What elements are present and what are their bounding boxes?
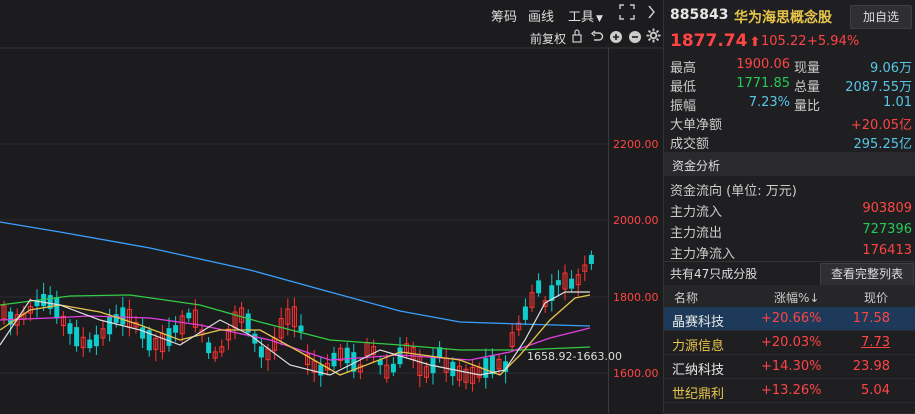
col-name-header[interactable]: 名称 bbox=[674, 289, 698, 306]
stock-name: 汇纳科技 bbox=[672, 363, 725, 378]
candle-body bbox=[120, 307, 126, 325]
quote-value: 1771.85 bbox=[736, 76, 790, 91]
quote-row-high: 最高 1900.06 现量 9.06万 bbox=[664, 56, 915, 76]
quote-label: 总量 bbox=[794, 80, 821, 95]
fund-label: 主力流入 bbox=[670, 205, 723, 220]
index-code: 885843 bbox=[670, 7, 729, 23]
candle-body bbox=[298, 325, 304, 332]
candle-body bbox=[258, 346, 264, 358]
quote-value: 7.23% bbox=[748, 95, 790, 110]
add-watchlist-button[interactable]: 加自选 bbox=[850, 5, 912, 29]
fund-value: 727396 bbox=[862, 222, 912, 237]
y-tick-label: 2000.00 bbox=[613, 214, 659, 227]
quote-row-big-order: 大单净额 +20.05亿 bbox=[664, 113, 915, 133]
candle-body bbox=[437, 347, 443, 358]
candle-body bbox=[588, 254, 594, 264]
quote-label: 成交额 bbox=[670, 137, 710, 152]
quote-label: 大单净额 bbox=[670, 118, 723, 133]
kline-chart-panel[interactable]: 筹码 画线 工具 ▼ 前复权 2200.00 2000.00 1800.00 160 bbox=[0, 0, 663, 413]
candle-body bbox=[522, 306, 528, 320]
stock-change: +20.03% bbox=[761, 335, 822, 350]
candle-body bbox=[390, 363, 396, 373]
price-change-pct: +5.94% bbox=[807, 34, 860, 49]
fund-row-inflow: 主力流入 903809 bbox=[664, 200, 915, 220]
ma-line-magenta bbox=[0, 315, 591, 361]
candle-body bbox=[555, 280, 561, 286]
y-tick-label: 1800.00 bbox=[613, 291, 659, 304]
table-row[interactable]: 世纪鼎利 +13.26% 5.04 bbox=[664, 379, 915, 403]
quote-label: 振幅 bbox=[670, 99, 697, 114]
quote-label: 量比 bbox=[794, 99, 821, 114]
view-full-list-button[interactable]: 查看完整列表 bbox=[820, 263, 914, 286]
table-row[interactable]: 汇纳科技 +14.30% 23.98 bbox=[664, 355, 915, 379]
stock-name: 晶赛科技 bbox=[672, 315, 725, 330]
table-row-partial bbox=[664, 403, 915, 414]
col-change-header[interactable]: 涨幅%↓ bbox=[774, 289, 819, 306]
candle-body bbox=[67, 323, 73, 334]
section-title: 资金分析 bbox=[672, 159, 721, 173]
constituents-table-header: 名称 涨幅%↓ 现价 bbox=[664, 285, 915, 307]
stock-name: 世纪鼎利 bbox=[672, 387, 725, 402]
y-tick-label: 2200.00 bbox=[613, 138, 659, 151]
stock-price: 7.73 bbox=[861, 335, 890, 350]
up-arrow-icon: ⬆ bbox=[749, 35, 761, 50]
candle-body bbox=[74, 327, 80, 347]
stock-name: 力源信息 bbox=[672, 339, 725, 354]
stock-price: 23.98 bbox=[852, 359, 890, 374]
candle-body bbox=[140, 327, 146, 339]
fund-value: 176413 bbox=[862, 243, 912, 258]
quote-label: 现量 bbox=[794, 61, 821, 76]
quote-value: 9.06万 bbox=[870, 61, 912, 76]
constituents-bar: 共有47只成分股 查看完整列表 bbox=[664, 261, 915, 286]
price-change: 105.22 bbox=[761, 34, 807, 49]
quote-label: 最低 bbox=[670, 80, 697, 95]
stock-change: +13.26% bbox=[761, 383, 822, 398]
table-row[interactable]: 力源信息 +20.03% 7.73 bbox=[664, 331, 915, 355]
quote-value: 1.01 bbox=[883, 95, 912, 110]
candle-body bbox=[87, 339, 93, 349]
fund-flow-direction: 资金流向 (单位: 万元) bbox=[664, 179, 915, 199]
candle-body bbox=[377, 359, 383, 366]
quote-row-amplitude: 振幅 7.23% 量比 1.01 bbox=[664, 94, 915, 114]
quote-label: 最高 bbox=[670, 61, 697, 76]
quote-row-turnover: 成交额 295.25亿 bbox=[664, 132, 915, 152]
stock-price: 17.58 bbox=[852, 311, 890, 326]
stock-change: +20.66% bbox=[761, 311, 822, 326]
fund-row-net: 主力净流入 176413 bbox=[664, 242, 915, 262]
candle-body bbox=[344, 347, 350, 364]
candle-body bbox=[93, 334, 99, 347]
quote-value: 1900.06 bbox=[736, 57, 790, 72]
fund-label: 主力净流入 bbox=[670, 247, 736, 262]
candle-body bbox=[569, 278, 575, 289]
y-tick-label: 1600.00 bbox=[613, 367, 659, 380]
last-price-value: 1877.74 bbox=[670, 31, 748, 51]
constituents-count: 共有47只成分股 bbox=[670, 267, 758, 281]
index-name: 华为海思概念股 bbox=[734, 10, 832, 26]
candle-body bbox=[536, 280, 542, 294]
fund-value: 903809 bbox=[862, 201, 912, 216]
last-price: 1877.74 ⬆ bbox=[670, 31, 760, 51]
candle-body bbox=[206, 342, 212, 354]
candle-body bbox=[173, 325, 179, 333]
candle-body bbox=[107, 315, 113, 335]
quote-value: 295.25亿 bbox=[853, 137, 913, 152]
candle-body bbox=[113, 314, 119, 323]
table-row[interactable]: 晶赛科技 +20.66% 17.58 bbox=[664, 307, 915, 331]
col-price-header[interactable]: 现价 bbox=[864, 289, 888, 306]
fund-flow-caption: 资金流向 (单位: 万元) bbox=[670, 184, 797, 199]
fund-label: 主力流出 bbox=[670, 226, 723, 241]
stock-price: 5.04 bbox=[861, 383, 890, 398]
price-range-annotation: 1658.92-1663.00 bbox=[527, 350, 622, 363]
quote-row-low: 最低 1771.85 总量 2087.55万 bbox=[664, 75, 915, 95]
candle-body bbox=[186, 312, 192, 319]
quote-panel: 885843 华为海思概念股 加自选 1877.74 ⬆ 105.22 +5.94… bbox=[663, 0, 915, 414]
candle-body bbox=[54, 297, 60, 319]
quote-value: 2087.55万 bbox=[845, 80, 912, 95]
fund-analysis-header: 资金分析 bbox=[664, 152, 915, 176]
stock-change: +14.30% bbox=[761, 359, 822, 374]
quote-value: +20.05亿 bbox=[850, 118, 912, 133]
fund-row-outflow: 主力流出 727396 bbox=[664, 221, 915, 241]
